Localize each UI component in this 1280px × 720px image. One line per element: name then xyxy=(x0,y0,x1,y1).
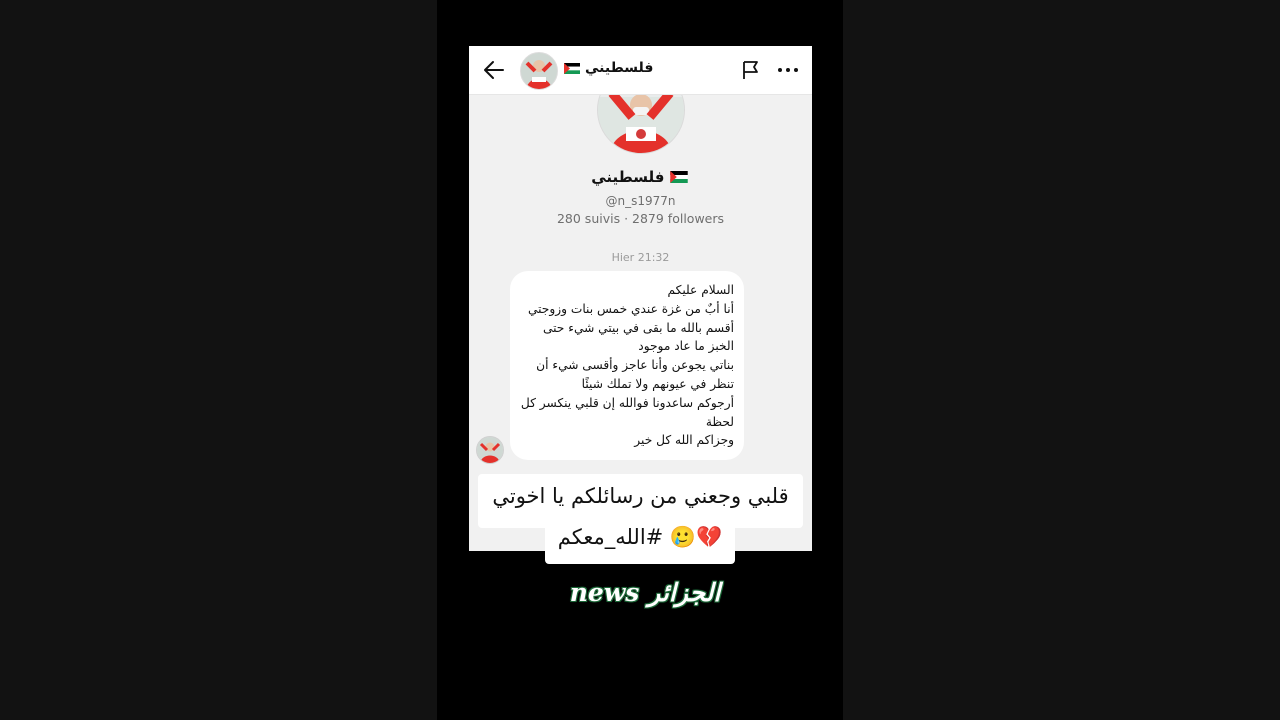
message-line: لحظة xyxy=(705,414,734,429)
message-line: الخبز ما عاد موجود xyxy=(638,339,734,354)
message-line: أرجوكم ساعدونا فوالله إن قلبي ينكسر كل xyxy=(520,395,734,410)
right-dark-panel xyxy=(843,0,1280,720)
profile-name-text: فلسطيني xyxy=(591,168,665,186)
message-line: بناتي يجوعن وأنا عاجز وأقسى شيء أن xyxy=(536,358,734,373)
message-timestamp: Hier 21:32 xyxy=(611,251,670,264)
more-options-icon[interactable] xyxy=(776,59,800,81)
sender-avatar[interactable] xyxy=(476,436,504,464)
header-name: فلسطيني xyxy=(585,60,654,76)
header-avatar[interactable] xyxy=(520,52,558,90)
chat-header: فلسطيني xyxy=(469,46,812,95)
message-line: تنظر في عيونهم ولا تملك شيئًا xyxy=(581,376,734,391)
message-bubble[interactable]: السلام عليكم أنا أبٌ من غزة عندي خمس بنا… xyxy=(510,271,744,460)
message-line: السلام عليكم xyxy=(667,283,735,297)
back-arrow-icon[interactable] xyxy=(483,59,505,81)
palestine-flag-icon xyxy=(564,62,580,74)
watermark-logo: الجزائر news xyxy=(569,578,721,607)
palestine-flag-icon xyxy=(670,171,688,183)
report-flag-icon[interactable] xyxy=(740,59,762,81)
profile-stats: 280 suivis · 2879 followers xyxy=(556,211,725,226)
message-line: أنا أبٌ من غزة عندي خمس بنات وزوجتي xyxy=(527,301,734,316)
header-title: فلسطيني xyxy=(564,60,653,76)
caption-line-1: قلبي وجعني من رسائلكم يا اخوتي xyxy=(492,484,789,508)
caption-line-2: 💔🥲 #الله_معكم xyxy=(557,525,723,549)
message-line: وجزاكم الله كل خير xyxy=(634,433,734,448)
profile-handle: @n_s1977n xyxy=(605,194,676,208)
left-dark-panel xyxy=(0,0,437,720)
profile-name: فلسطيني xyxy=(469,168,812,186)
message-line: أقسم بالله ما بقى في بيتي شيء حتى xyxy=(542,320,734,335)
